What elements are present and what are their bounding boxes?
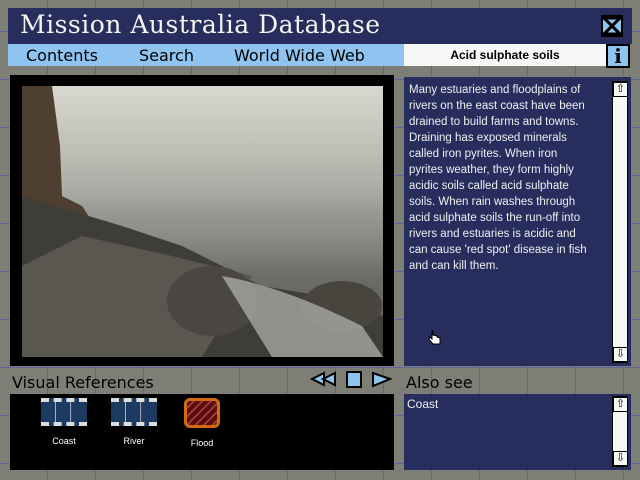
visual-ref-coast[interactable]: Coast [34,398,94,446]
video-frame[interactable] [22,86,383,357]
close-icon [600,16,624,36]
article-text: Many estuaries and floodplains of rivers … [409,84,587,272]
image-icon [184,398,220,428]
also-see-label: Also see [406,373,473,392]
rewind-icon[interactable] [310,371,336,387]
info-button[interactable]: i [606,44,630,68]
film-icon [41,398,87,426]
stop-icon[interactable] [346,371,362,388]
scroll-down-arrow-icon[interactable]: ⇩ [613,451,628,466]
article-scrollbar[interactable]: ⇧ ⇩ [612,81,628,363]
title-bar: Mission Australia Database [8,8,632,44]
coast-image [22,86,383,357]
close-button[interactable] [600,15,624,37]
nav-bar: Contents Search World Wide Web [8,44,404,66]
hand-cursor-icon [428,330,441,345]
app-title: Mission Australia Database [20,10,381,39]
play-icon[interactable] [372,371,393,388]
nav-world-wide-web[interactable]: World Wide Web [234,46,365,65]
visual-ref-flood[interactable]: Flood [172,398,232,448]
visual-ref-river[interactable]: River [104,398,164,446]
visual-references-label: Visual References [12,373,154,392]
article-panel: Many estuaries and floodplains of rivers … [404,77,631,366]
film-icon [111,398,157,426]
nav-contents[interactable]: Contents [26,46,98,65]
also-see-panel: Coast ⇧ ⇩ [404,394,631,470]
visual-references-panel: Coast River Flood [10,394,394,470]
topic-title: Acid sulphate soils [404,44,606,66]
scroll-up-arrow-icon[interactable]: ⇧ [613,397,628,412]
scroll-down-arrow-icon[interactable]: ⇩ [613,347,628,362]
media-controls [310,371,393,388]
nav-search[interactable]: Search [139,46,194,65]
video-panel [10,75,394,366]
scroll-up-arrow-icon[interactable]: ⇧ [613,82,628,97]
also-see-item[interactable]: Coast [407,397,438,411]
also-see-scrollbar[interactable]: ⇧ ⇩ [612,396,628,467]
